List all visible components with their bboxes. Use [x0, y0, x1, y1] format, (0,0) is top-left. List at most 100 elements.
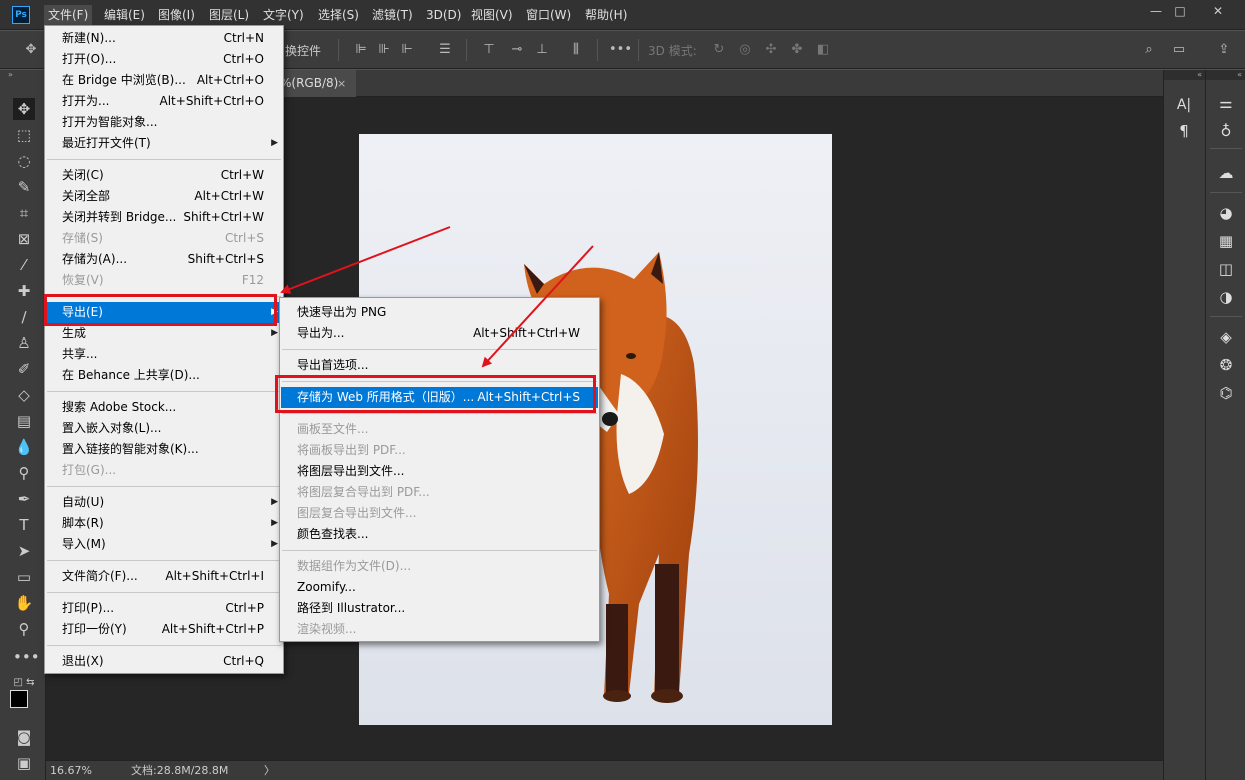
move-tool-icon[interactable]: ✥	[22, 41, 40, 59]
menu-layer[interactable]: 图层(L)	[205, 5, 253, 25]
blur-tool-icon[interactable]: 💧	[13, 436, 35, 458]
channels-icon[interactable]: ❂	[1215, 354, 1237, 376]
more-tools-icon[interactable]: •••	[13, 646, 40, 668]
close-tab-icon[interactable]: ×	[337, 70, 346, 97]
menu-item-open[interactable]: 打开(O)... Ctrl+O	[46, 49, 282, 70]
more-options-icon[interactable]: •••	[609, 41, 632, 59]
menu-item-share[interactable]: 共享...	[46, 344, 282, 365]
close-window-button[interactable]: ✕	[1200, 0, 1236, 22]
menu-item-browse-bridge[interactable]: 在 Bridge 中浏览(B)... Alt+Ctrl+O	[46, 70, 282, 91]
eraser-tool-icon[interactable]: ◇	[13, 384, 35, 406]
menu-edit[interactable]: 编辑(E)	[100, 5, 149, 25]
swatches-icon[interactable]: ▦	[1215, 230, 1237, 252]
libraries-icon[interactable]: ☁	[1215, 162, 1237, 184]
paragraph-panel-icon[interactable]: ¶	[1173, 120, 1195, 142]
foreground-color-swatch[interactable]	[10, 690, 28, 708]
history-brush-icon[interactable]: ✐	[13, 358, 35, 380]
zoom-tool-icon[interactable]: ⚲	[13, 618, 35, 640]
color-icon[interactable]: ◕	[1215, 202, 1237, 224]
adjustments-icon[interactable]: ◫	[1215, 258, 1237, 280]
align-top-icon[interactable]: ⊤	[480, 41, 498, 59]
align-center-icon[interactable]: ⊪	[375, 41, 393, 59]
menu-item-place-linked[interactable]: 置入链接的智能对象(K)...	[46, 439, 282, 460]
maximize-button[interactable]: □	[1162, 0, 1198, 22]
brush-tool-icon[interactable]: ∕	[13, 306, 35, 328]
properties-icon[interactable]: ⚌	[1215, 92, 1237, 114]
menu-item-file-info[interactable]: 文件简介(F)... Alt+Shift+Ctrl+I	[46, 566, 282, 587]
menu-item-place-embedded[interactable]: 置入嵌入对象(L)...	[46, 418, 282, 439]
menu-item-close[interactable]: 关闭(C) Ctrl+W	[46, 165, 282, 186]
menu-file[interactable]: 文件(F)	[44, 5, 93, 25]
pen-tool-icon[interactable]: ✒	[13, 488, 35, 510]
frame-tool-icon[interactable]: ⊠	[13, 228, 35, 250]
3d-slide-icon[interactable]: ✤	[788, 41, 806, 59]
menu-item-generate[interactable]: 生成 ▶	[46, 323, 282, 344]
menu-item-scripts[interactable]: 脚本(R) ▶	[46, 513, 282, 534]
menu-filter[interactable]: 滤镜(T)	[368, 5, 417, 25]
panel-grip-icon[interactable]: »	[0, 70, 46, 80]
transform-controls-label[interactable]: 换控件	[285, 42, 321, 59]
panel-collapse-icon[interactable]: «	[1164, 70, 1206, 80]
align-left-icon[interactable]: ⊫	[352, 41, 370, 59]
menu-item-open-as[interactable]: 打开为... Alt+Shift+Ctrl+O	[46, 91, 282, 112]
search-icon[interactable]: ⌕	[1140, 41, 1158, 59]
quick-mask-icon[interactable]: ◙	[13, 726, 35, 748]
menu-select[interactable]: 选择(S)	[314, 5, 363, 25]
menu-item-open-smart-object[interactable]: 打开为智能对象...	[46, 112, 282, 133]
menu-item-new[interactable]: 新建(N)... Ctrl+N	[46, 28, 282, 49]
menu-item-share-behance[interactable]: 在 Behance 上共享(D)...	[46, 365, 282, 386]
hand-tool-icon[interactable]: ✋	[13, 592, 35, 614]
rectangle-tool-icon[interactable]: ▭	[13, 566, 35, 588]
menu-item-export-preferences[interactable]: 导出首选项...	[281, 355, 598, 376]
status-menu-arrow-icon[interactable]: 〉	[264, 761, 275, 780]
gradient-tool-icon[interactable]: ▤	[13, 410, 35, 432]
styles-icon[interactable]: ◑	[1215, 286, 1237, 308]
menu-view[interactable]: 视图(V)	[467, 5, 517, 25]
zoom-level[interactable]: 16.67%	[50, 761, 92, 780]
menu-item-close-all[interactable]: 关闭全部 Alt+Ctrl+W	[46, 186, 282, 207]
align-middle-icon[interactable]: ⊸	[508, 41, 526, 59]
screen-mode-icon[interactable]: ▣	[13, 752, 35, 774]
menu-help[interactable]: 帮助(H)	[581, 5, 631, 25]
menu-item-import[interactable]: 导入(M) ▶	[46, 534, 282, 555]
align-bottom-icon[interactable]: ⊥	[533, 41, 551, 59]
align-right-icon[interactable]: ⊩	[398, 41, 416, 59]
3d-pan-icon[interactable]: ✣	[762, 41, 780, 59]
menu-item-recent[interactable]: 最近打开文件(T) ▶	[46, 133, 282, 154]
menu-item-layers-to-files[interactable]: 将图层导出到文件...	[281, 461, 598, 482]
menu-3d[interactable]: 3D(D)	[422, 5, 465, 25]
learn-icon[interactable]: ♁	[1215, 120, 1237, 142]
type-tool-icon[interactable]: T	[13, 514, 35, 536]
menu-window[interactable]: 窗口(W)	[522, 5, 575, 25]
share-icon[interactable]: ⇪	[1215, 41, 1233, 59]
3d-orbit-icon[interactable]: ↻	[710, 41, 728, 59]
menu-item-quick-export-png[interactable]: 快速导出为 PNG	[281, 302, 598, 323]
path-select-icon[interactable]: ➤	[13, 540, 35, 562]
clone-stamp-icon[interactable]: ♙	[13, 332, 35, 354]
menu-item-search-stock[interactable]: 搜索 Adobe Stock...	[46, 397, 282, 418]
menu-item-zoomify[interactable]: Zoomify...	[281, 577, 598, 598]
menu-item-close-go-bridge[interactable]: 关闭并转到 Bridge... Shift+Ctrl+W	[46, 207, 282, 228]
menu-item-exit[interactable]: 退出(X) Ctrl+Q	[46, 651, 282, 672]
menu-item-automate[interactable]: 自动(U) ▶	[46, 492, 282, 513]
quick-select-tool-icon[interactable]: ✎	[13, 176, 35, 198]
distribute-vertical-icon[interactable]: ⫼	[567, 41, 585, 59]
lasso-tool-icon[interactable]: ◌	[13, 150, 35, 172]
character-panel-icon[interactable]: A|	[1173, 94, 1195, 116]
eyedropper-tool-icon[interactable]: ⁄	[13, 254, 35, 276]
menu-item-export-as[interactable]: 导出为... Alt+Shift+Ctrl+W	[281, 323, 598, 344]
dodge-tool-icon[interactable]: ⚲	[13, 462, 35, 484]
menu-image[interactable]: 图像(I)	[154, 5, 199, 25]
panel-collapse-icon[interactable]: «	[1206, 70, 1245, 80]
3d-scale-icon[interactable]: ◧	[814, 41, 832, 59]
workspace-icon[interactable]: ▭	[1170, 41, 1188, 59]
menu-type[interactable]: 文字(Y)	[259, 5, 308, 25]
move-tool-icon[interactable]: ✥	[13, 98, 35, 120]
paths-icon[interactable]: ⌬	[1215, 382, 1237, 404]
menu-item-paths-to-illustrator[interactable]: 路径到 Illustrator...	[281, 598, 598, 619]
menu-item-color-lookup[interactable]: 颜色查找表...	[281, 524, 598, 545]
marquee-tool-icon[interactable]: ⬚	[13, 124, 35, 146]
distribute-icon[interactable]: ☰	[436, 41, 454, 59]
healing-brush-icon[interactable]: ✚	[13, 280, 35, 302]
menu-item-print-one-copy[interactable]: 打印一份(Y) Alt+Shift+Ctrl+P	[46, 619, 282, 640]
